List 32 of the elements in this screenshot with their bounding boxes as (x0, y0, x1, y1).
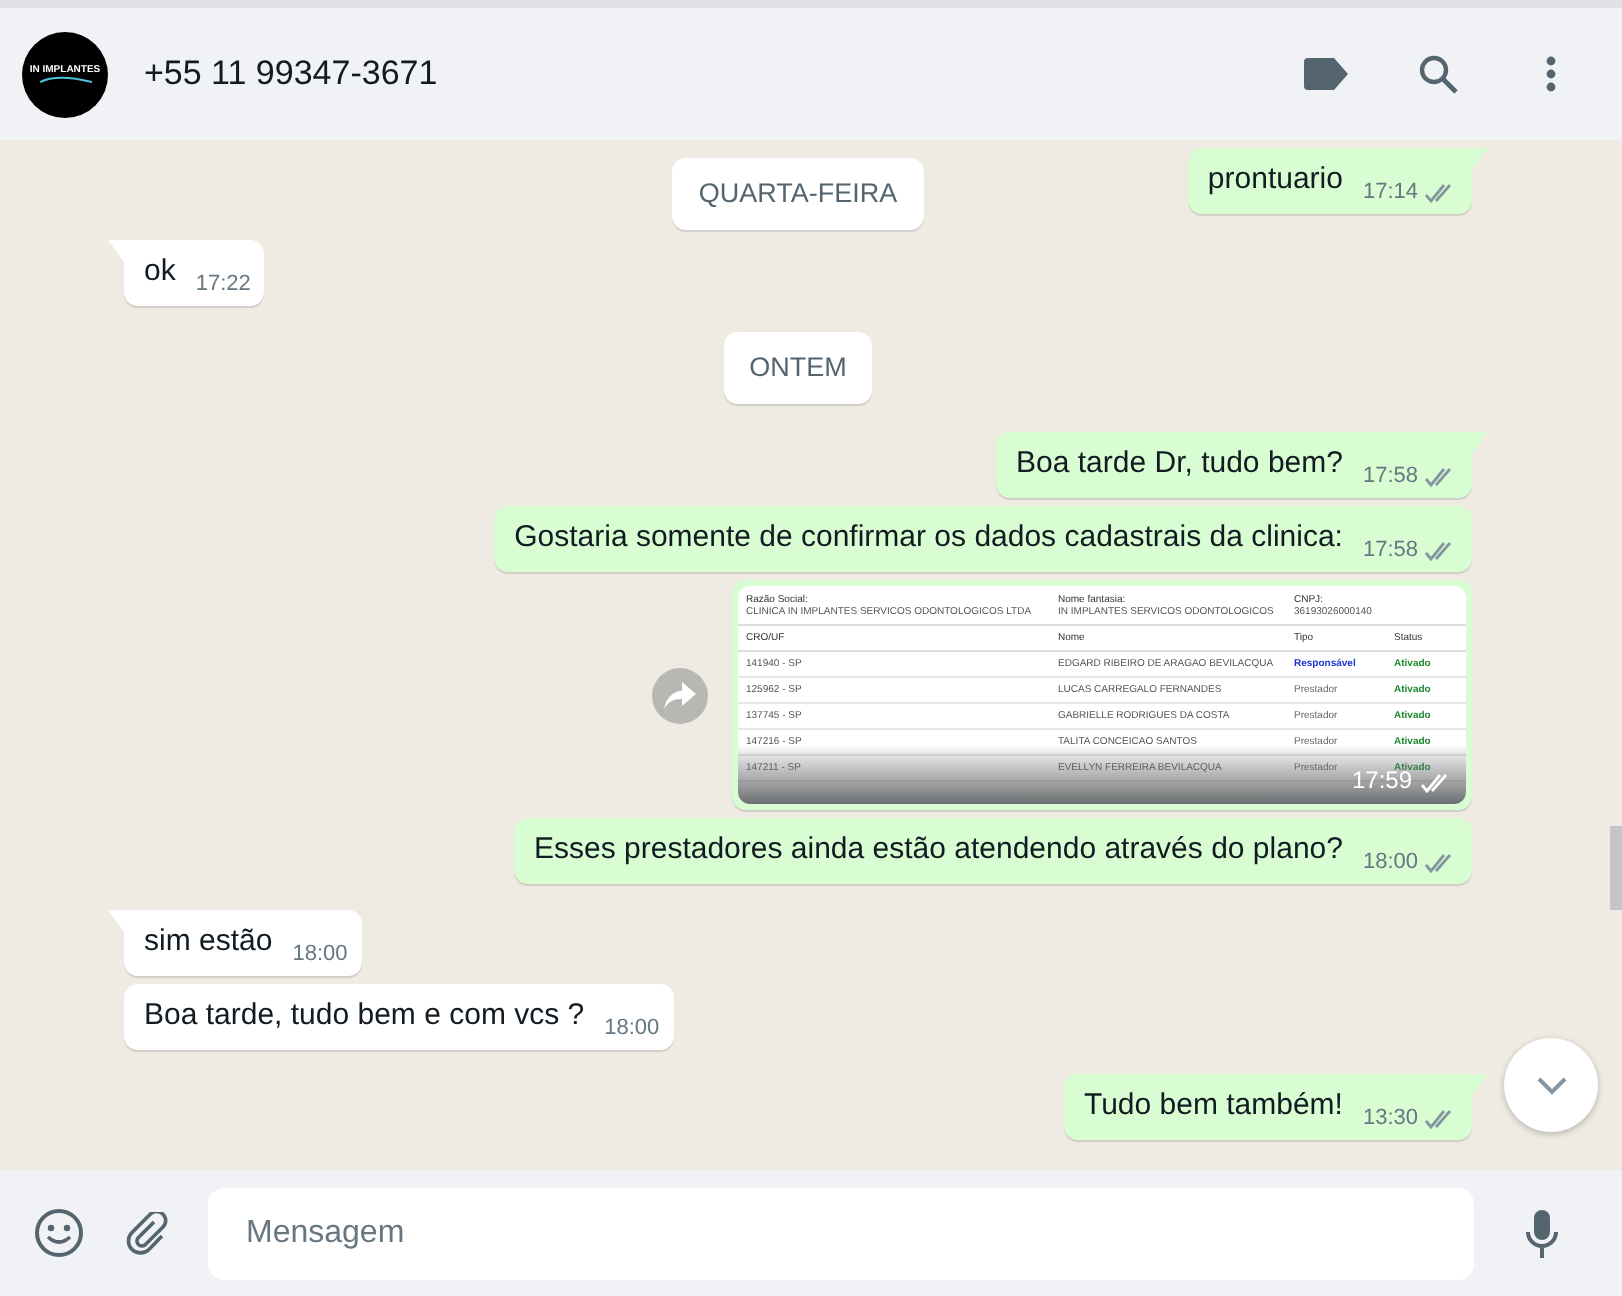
message-time: 17:58 (1362, 536, 1418, 565)
message-time: 17:22 (195, 270, 251, 298)
message-time: 17:58 (1362, 462, 1418, 491)
smiley-icon (33, 1208, 83, 1258)
microphone-icon (1524, 1209, 1560, 1257)
message-input[interactable]: Mensagem (208, 1187, 1474, 1279)
message-text: Tudo bem também! (1083, 1086, 1343, 1127)
message-text: Boa tarde, tudo bem e com vcs ? (144, 996, 585, 1037)
share-arrow-icon (664, 681, 696, 710)
scrollbar-thumb[interactable] (1610, 826, 1622, 910)
message-text: Esses prestadores ainda estão atendendo através do plano? (534, 830, 1343, 871)
date-chip: ONTEM (723, 332, 873, 405)
message-time: 18:00 (1362, 848, 1418, 877)
menu-icon (1545, 56, 1555, 92)
label-icon (1304, 58, 1348, 90)
message-text: ok (144, 252, 176, 292)
contact-name[interactable]: +55 11 99347-3671 (144, 48, 438, 100)
message-text: Boa tarde Dr, tudo bem? (1016, 444, 1343, 485)
message-text: prontuario (1207, 160, 1343, 200)
date-chip: QUARTA-FEIRA (672, 158, 924, 231)
message-time: 13:30 (1362, 1104, 1418, 1133)
message-text: Gostaria somente de confirmar os dados cadastrais da clinica: (514, 518, 1343, 559)
chevron-down-icon (1535, 1075, 1567, 1095)
search-button[interactable] (1414, 50, 1462, 98)
message-time: 18:00 (292, 940, 348, 969)
message-time: 18:00 (604, 1014, 660, 1043)
wave-logo-icon (39, 76, 91, 84)
search-icon (1418, 54, 1458, 94)
message-time: 17:14 (1362, 178, 1418, 206)
emoji-button[interactable] (32, 1207, 84, 1259)
message-text: sim estão (144, 922, 273, 963)
paperclip-icon (126, 1211, 170, 1255)
